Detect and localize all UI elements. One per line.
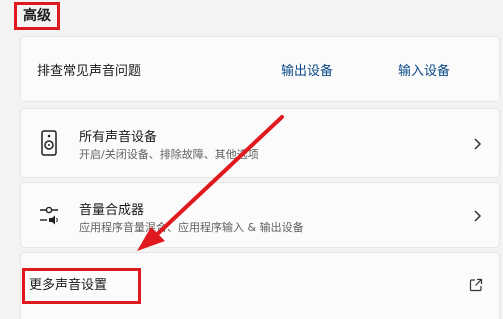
volume-mixer-title: 音量合成器: [79, 203, 145, 218]
all-sound-devices-item[interactable]: 所有声音设备 开启/关闭设备、排除故障、其他选项: [20, 108, 500, 178]
more-sound-settings-label: 更多声音设置: [29, 278, 108, 293]
external-link-icon: [469, 278, 483, 292]
chevron-right-icon: [474, 210, 482, 222]
more-sound-settings-highlight: 更多声音设置: [22, 268, 141, 304]
volume-mixer-description: 应用程序音量混合、应用程序输入 & 输出设备: [79, 221, 304, 234]
input-devices-link[interactable]: 输入设备: [398, 60, 450, 79]
speaker-icon: [41, 130, 57, 156]
all-sound-devices-title: 所有声音设备: [79, 130, 158, 145]
chevron-right-icon: [474, 138, 482, 150]
volume-mixer-item[interactable]: 音量合成器 应用程序音量混合、应用程序输入 & 输出设备: [20, 182, 500, 248]
section-title: 高级: [14, 2, 60, 30]
troubleshoot-card: 排查常见声音问题 输出设备 输入设备: [20, 36, 500, 102]
output-devices-link[interactable]: 输出设备: [281, 60, 333, 79]
more-sound-settings-item[interactable]: 更多声音设置: [20, 252, 500, 319]
volume-mixer-icon: [40, 206, 58, 225]
troubleshoot-label: 排查常见声音问题: [37, 64, 142, 79]
section-title-text: 高级: [23, 8, 51, 24]
all-sound-devices-description: 开启/关闭设备、排除故障、其他选项: [79, 148, 259, 161]
